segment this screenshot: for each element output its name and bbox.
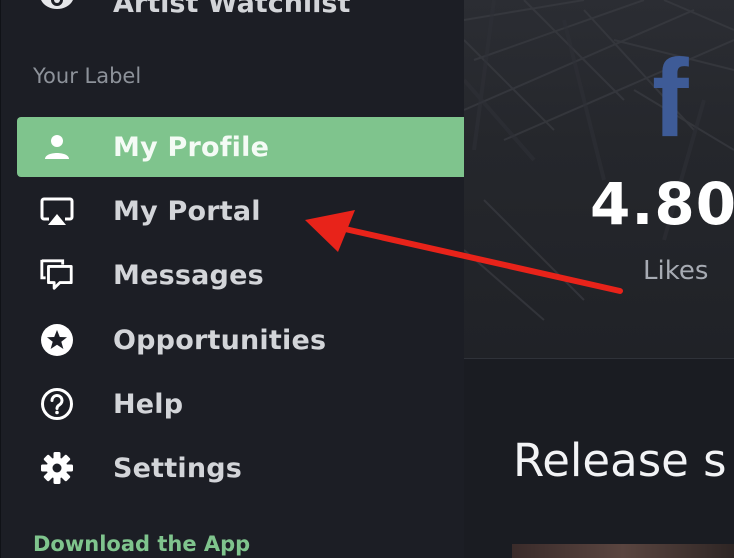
sidebar-item-label: Messages (113, 259, 264, 291)
sidebar-item-label: My Portal (113, 195, 261, 227)
chat-icon (39, 257, 75, 293)
sidebar-item-my-portal[interactable]: My Portal (17, 181, 465, 241)
section-label: Your Label (33, 64, 142, 88)
airplay-icon (39, 193, 75, 229)
help-circle-icon (39, 386, 75, 422)
sidebar-item-artist-watchlist[interactable]: Artist Watchlist (17, 0, 465, 24)
eye-icon (39, 0, 75, 22)
sidebar-item-label: Artist Watchlist (113, 0, 351, 19)
gear-icon (39, 450, 75, 486)
divider (464, 358, 734, 359)
release-section-heading: Release s (513, 434, 727, 487)
stat-label: Likes (643, 256, 709, 286)
sidebar-item-opportunities[interactable]: Opportunities (17, 310, 465, 370)
stats-hero: f 4.80M Likes (464, 0, 734, 358)
sidebar-item-label: Opportunities (113, 324, 327, 356)
person-icon (39, 129, 75, 165)
star-circle-icon (39, 322, 75, 358)
sidebar-item-label: My Profile (113, 131, 270, 163)
main-content: f 4.80M Likes Release s (464, 0, 734, 558)
facebook-icon: f (652, 37, 689, 160)
download-app-link[interactable]: Download the App (33, 532, 250, 556)
sidebar-item-label: Help (113, 388, 184, 420)
sidebar: Artist Watchlist Your Label My Profile M… (0, 0, 465, 558)
sidebar-item-label: Settings (113, 452, 243, 484)
sidebar-item-my-profile[interactable]: My Profile (17, 117, 465, 177)
release-thumbnail[interactable] (512, 544, 734, 558)
sidebar-item-help[interactable]: Help (17, 374, 465, 434)
sidebar-item-messages[interactable]: Messages (17, 245, 465, 305)
sidebar-item-settings[interactable]: Settings (17, 438, 465, 498)
stat-value: 4.80M (590, 170, 734, 238)
